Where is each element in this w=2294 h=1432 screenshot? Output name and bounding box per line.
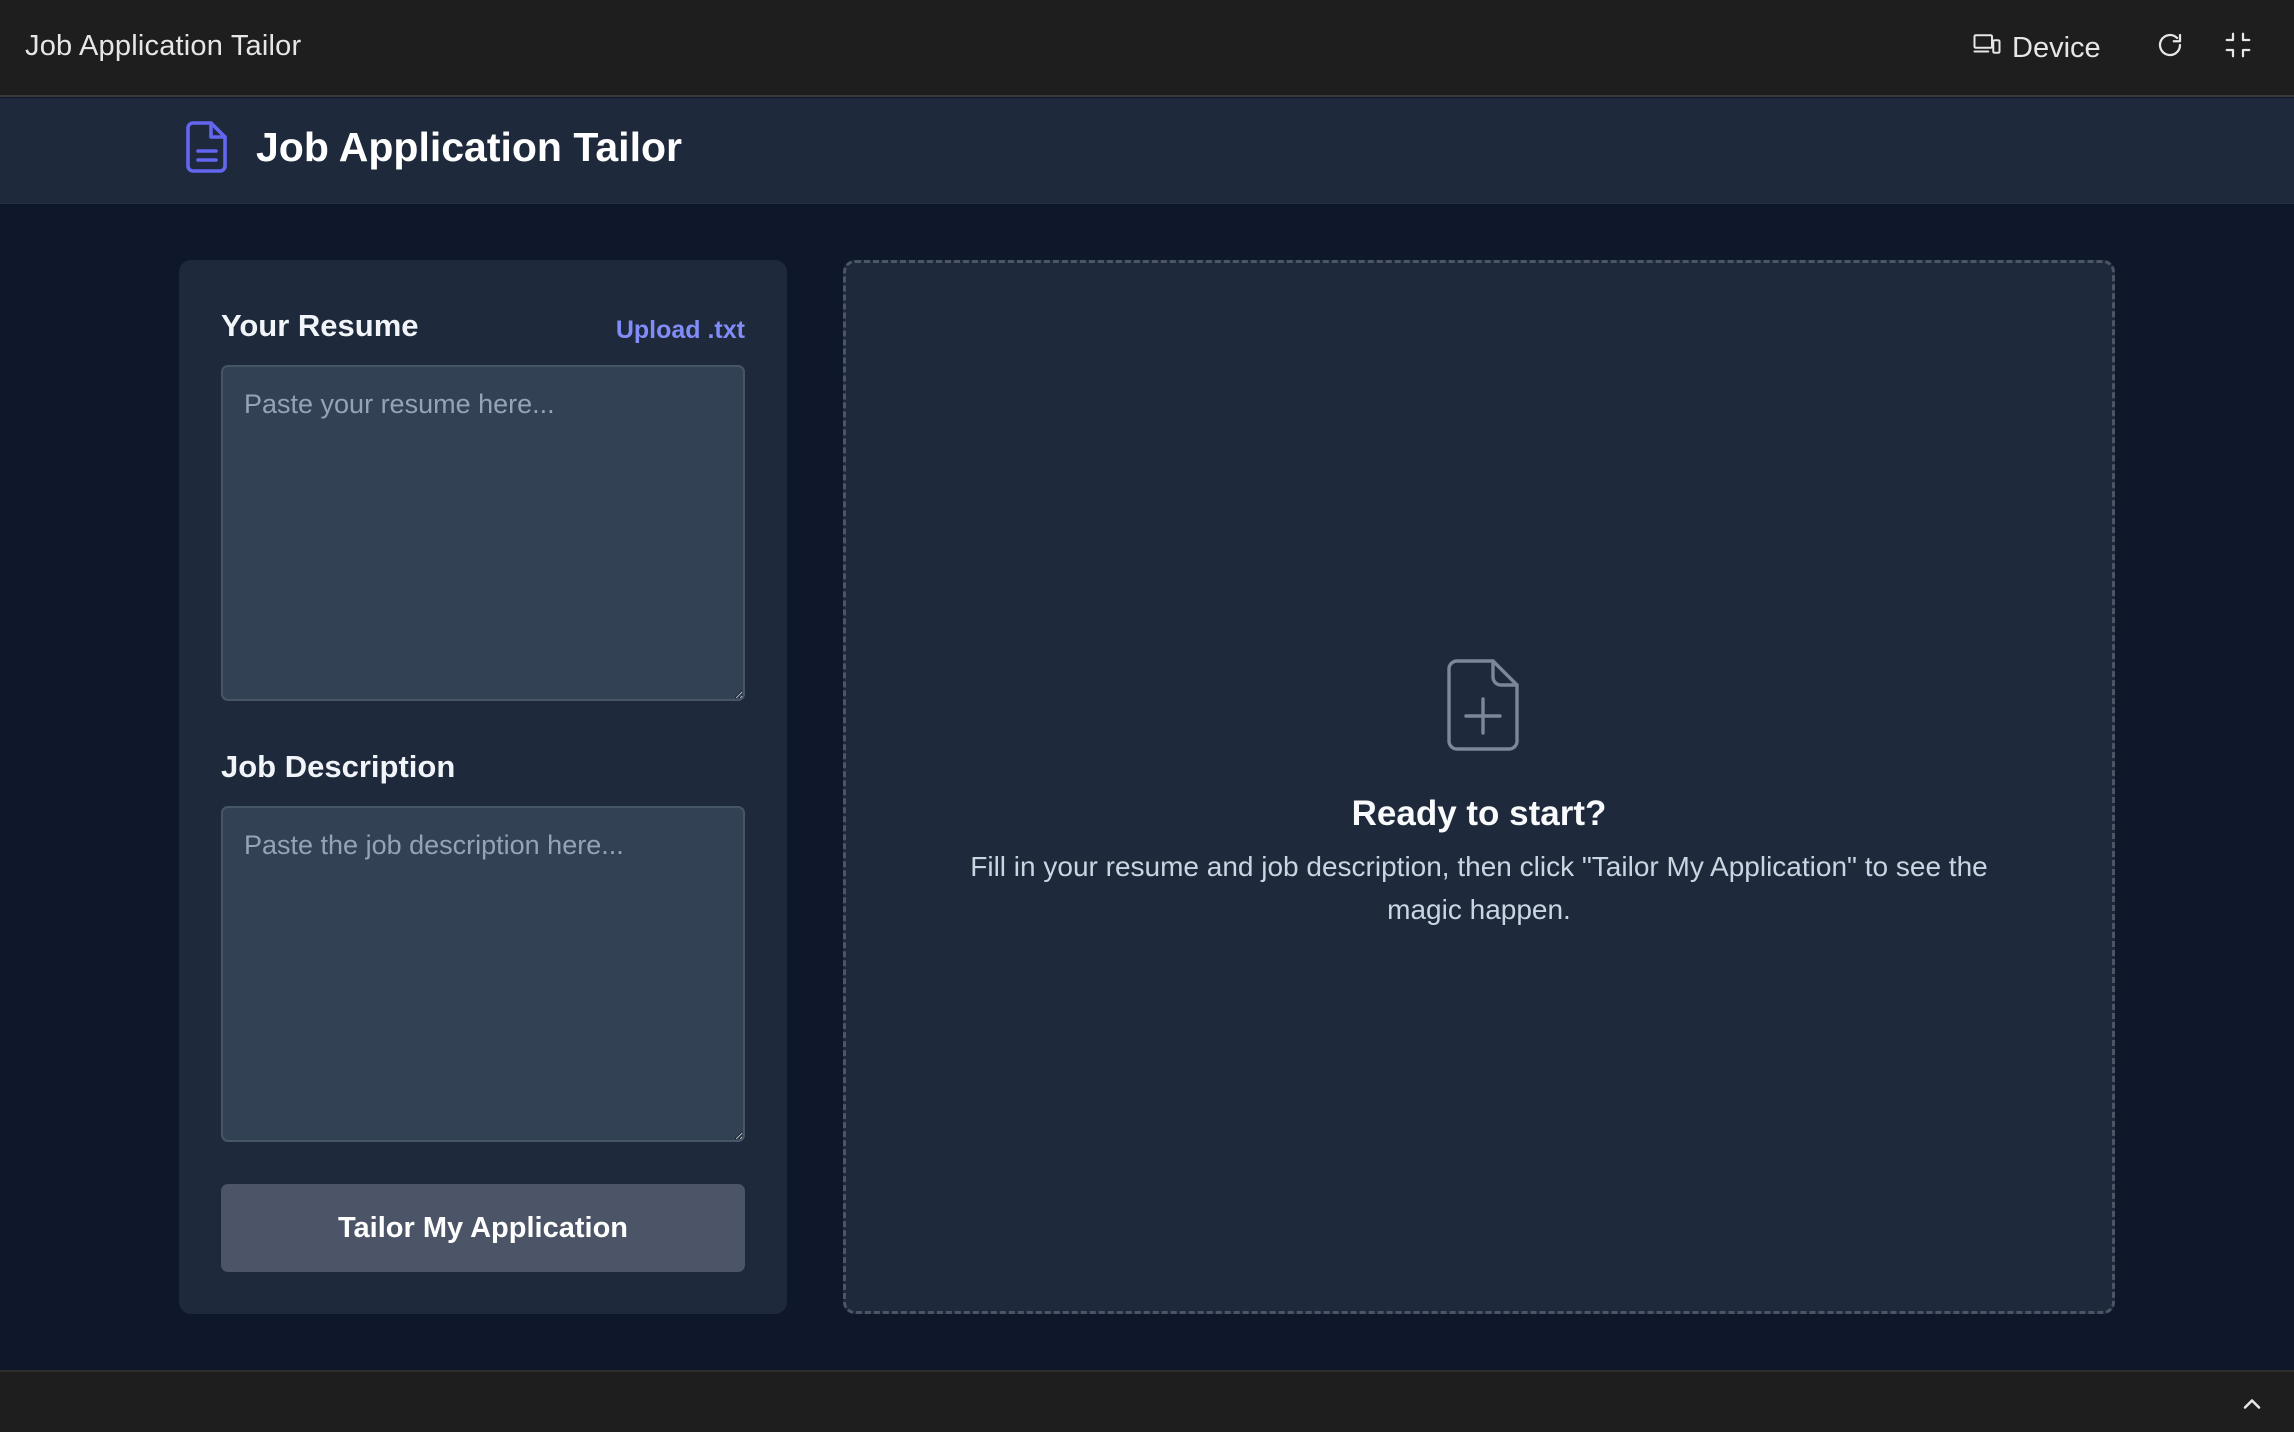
chevron-up-icon[interactable]	[2238, 1390, 2266, 1418]
top-toolbar: Job Application Tailor Device	[0, 0, 2294, 97]
upload-txt-link[interactable]: Upload .txt	[616, 316, 745, 345]
job-description-textarea[interactable]	[221, 806, 745, 1142]
result-placeholder-panel: Ready to start? Fill in your resume and …	[843, 260, 2115, 1314]
collapse-button[interactable]	[2221, 30, 2255, 64]
job-description-label: Job Description	[221, 749, 456, 784]
device-label: Device	[2012, 31, 2101, 64]
document-icon	[185, 120, 229, 174]
resume-textarea[interactable]	[221, 365, 745, 701]
input-form-card: Your Resume Upload .txt Job Description …	[179, 260, 787, 1314]
refresh-icon	[2155, 30, 2185, 65]
empty-state-title: Ready to start?	[1351, 794, 1607, 833]
tailor-application-button[interactable]: Tailor My Application	[221, 1184, 745, 1272]
page-title: Job Application Tailor	[256, 124, 682, 170]
device-button[interactable]: Device	[1972, 26, 2101, 70]
resume-label: Your Resume	[221, 308, 419, 343]
device-icon	[1972, 29, 2002, 67]
refresh-button[interactable]	[2153, 30, 2187, 64]
empty-state-description: Fill in your resume and job description,…	[970, 851, 1988, 925]
bottom-bar	[0, 1370, 2294, 1432]
collapse-icon	[2223, 30, 2253, 65]
document-plus-icon	[1445, 659, 1519, 751]
window-title: Job Application Tailor	[25, 30, 302, 62]
app-header: Job Application Tailor	[0, 98, 2294, 204]
